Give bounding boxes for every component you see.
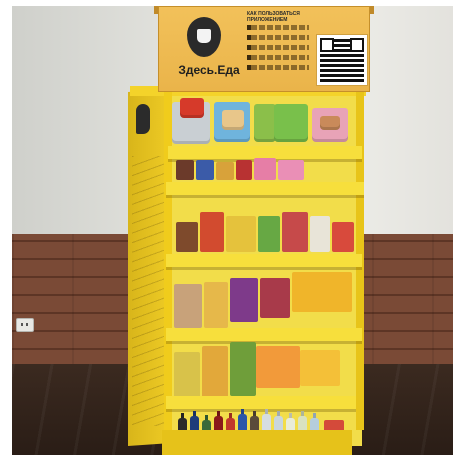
- cracker-pack[interactable]: [226, 216, 256, 252]
- side-panel-doodles: [132, 156, 164, 426]
- sign-instructions: [247, 25, 309, 79]
- shelf-2: [166, 182, 364, 195]
- cracker-pack[interactable]: [200, 212, 224, 252]
- qr-code-icon[interactable]: [316, 34, 368, 86]
- instruction-line: [247, 25, 309, 30]
- cracker-pack[interactable]: [332, 222, 354, 252]
- cracker-pack[interactable]: [258, 216, 280, 252]
- snack-box[interactable]: [174, 284, 202, 328]
- instruction-line: [247, 65, 309, 70]
- app-sign: Здесь.Еда КАК ПОЛЬЗОВАТЬСЯ ПРИЛОЖЕНИЕМ: [158, 6, 370, 92]
- noodle-cup[interactable]: [230, 342, 256, 396]
- food-cup-icon: [187, 17, 221, 57]
- snack-box[interactable]: [292, 272, 352, 312]
- rack-base: [162, 430, 352, 455]
- candy-bar[interactable]: [176, 160, 194, 180]
- candy-bar[interactable]: [196, 160, 214, 180]
- snack-box[interactable]: [204, 282, 228, 328]
- snack-box[interactable]: [230, 278, 258, 322]
- cookie-pack[interactable]: [256, 346, 300, 388]
- instruction-line: [247, 55, 309, 60]
- noodle-cup[interactable]: [202, 346, 228, 400]
- brand-name: Здесь.Еда: [178, 63, 240, 77]
- snack-bag[interactable]: [274, 104, 308, 142]
- candy-bar[interactable]: [236, 160, 252, 180]
- snack-bag[interactable]: [180, 98, 204, 118]
- cracker-pack[interactable]: [176, 222, 198, 252]
- candy-bar[interactable]: [216, 162, 234, 180]
- snack-bag[interactable]: [254, 104, 276, 142]
- side-food-cup-icon: [136, 104, 150, 134]
- shelf-4: [166, 328, 362, 341]
- power-socket: [16, 318, 34, 332]
- snack-bag[interactable]: [222, 110, 244, 130]
- shelf-5: [166, 396, 356, 409]
- shelf-3: [166, 254, 362, 267]
- cracker-pack[interactable]: [310, 216, 330, 252]
- snack-box[interactable]: [260, 278, 290, 318]
- store-scene: Здесь.Еда КАК ПОЛЬЗОВАТЬСЯ ПРИЛОЖЕНИЕМ: [12, 6, 453, 455]
- candy-bar[interactable]: [278, 160, 304, 180]
- instruction-line: [247, 45, 309, 50]
- candy-bar[interactable]: [254, 158, 276, 180]
- cookie-pack[interactable]: [300, 350, 340, 386]
- cracker-pack[interactable]: [282, 212, 308, 252]
- sign-heading: КАК ПОЛЬЗОВАТЬСЯ ПРИЛОЖЕНИЕМ: [247, 11, 300, 23]
- snack-bag[interactable]: [320, 116, 340, 130]
- instruction-line: [247, 35, 309, 40]
- photo-frame: Здесь.Еда КАК ПОЛЬЗОВАТЬСЯ ПРИЛОЖЕНИЕМ: [0, 0, 454, 459]
